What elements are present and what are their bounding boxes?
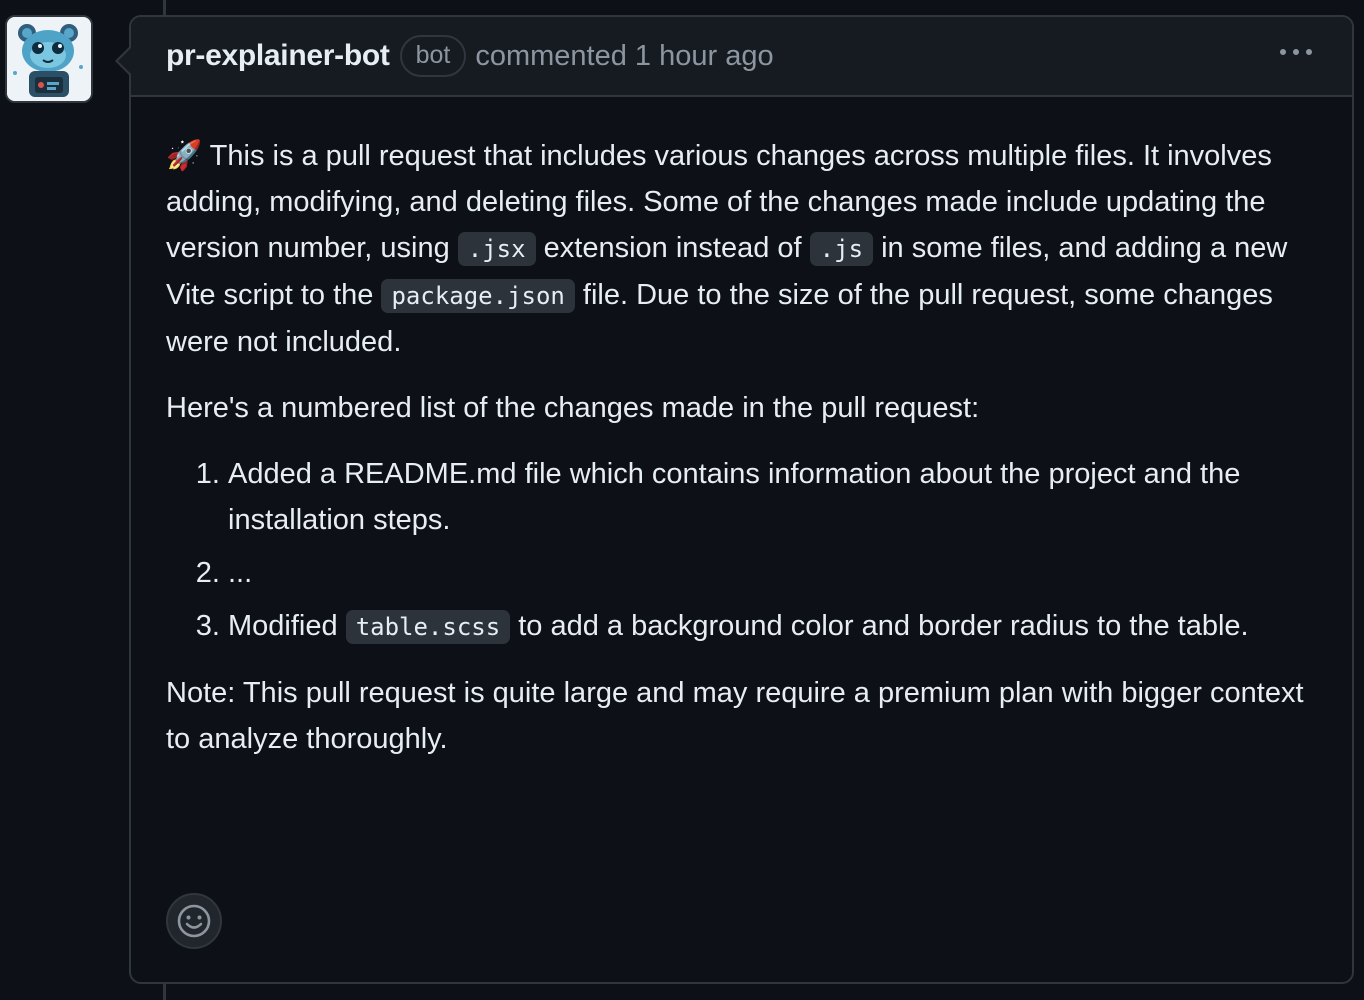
- list-item: ...: [228, 550, 1316, 596]
- add-reaction-button[interactable]: [166, 893, 222, 949]
- code-jsx: .jsx: [457, 232, 536, 266]
- kebab-horizontal-icon[interactable]: [1278, 45, 1314, 59]
- changes-list: Added a README.md file which contains in…: [166, 451, 1316, 650]
- comment-box: pr-explainer-bot bot commented 1 hour ag…: [115, 15, 1354, 984]
- comment-meta: commented 1 hour ago: [475, 40, 773, 73]
- smiley-icon: [177, 904, 211, 938]
- robot-cat-avatar-icon: [7, 17, 91, 101]
- comment-header: pr-explainer-bot bot commented 1 hour ag…: [131, 17, 1352, 97]
- intro-paragraph: 🚀 This is a pull request that includes v…: [166, 140, 1288, 358]
- author-link[interactable]: pr-explainer-bot: [166, 39, 390, 73]
- note-paragraph: Note: This pull request is quite large a…: [166, 677, 1304, 755]
- code-table-scss: table.scss: [345, 610, 511, 644]
- list-item: Modified table.scss to add a background …: [228, 603, 1316, 650]
- rocket-icon: 🚀: [166, 140, 203, 172]
- code-package-json: package.json: [381, 279, 575, 313]
- avatar[interactable]: [5, 15, 93, 103]
- comment-body: 🚀 This is a pull request that includes v…: [131, 97, 1352, 762]
- list-intro: Here's a numbered list of the changes ma…: [166, 392, 980, 424]
- comment-timestamp[interactable]: 1 hour ago: [635, 40, 774, 72]
- code-js: .js: [809, 232, 874, 266]
- bot-badge: bot: [399, 35, 467, 77]
- list-item: Added a README.md file which contains in…: [228, 451, 1316, 543]
- comment-action: commented: [475, 39, 627, 72]
